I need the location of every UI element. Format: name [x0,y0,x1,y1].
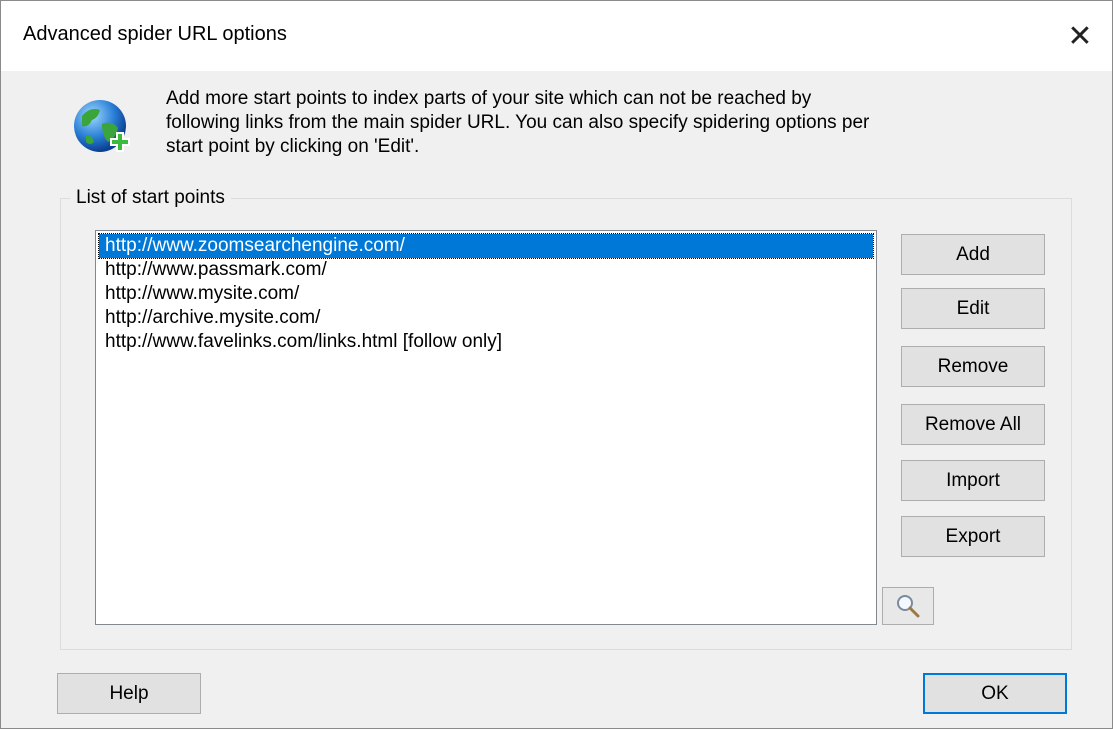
magnifier-icon [897,595,920,618]
help-button[interactable]: Help [57,673,201,714]
list-item[interactable]: http://www.passmark.com/ [99,258,873,282]
remove-all-button[interactable]: Remove All [901,404,1045,445]
close-icon: ✕ [1067,19,1093,53]
list-item[interactable]: http://www.favelinks.com/links.html [fol… [99,330,873,354]
list-item[interactable]: http://www.zoomsearchengine.com/ [98,233,874,259]
close-button[interactable]: ✕ [1048,1,1112,71]
description-text: Add more start points to index parts of … [166,88,870,157]
ok-button[interactable]: OK [923,673,1067,714]
list-item[interactable]: http://www.mysite.com/ [99,282,873,306]
import-button[interactable]: Import [901,460,1045,501]
title-bar: Advanced spider URL options ✕ [1,1,1112,71]
start-points-listbox[interactable]: http://www.zoomsearchengine.com/ http://… [95,230,877,625]
list-item[interactable]: http://archive.mysite.com/ [99,306,873,330]
globe-add-icon [72,98,132,158]
edit-button[interactable]: Edit [901,288,1045,329]
add-button[interactable]: Add [901,234,1045,275]
magnifier-button[interactable] [882,587,934,625]
export-button[interactable]: Export [901,516,1045,557]
dialog-title: Advanced spider URL options [23,23,287,45]
remove-button[interactable]: Remove [901,346,1045,387]
group-label: List of start points [70,187,231,209]
